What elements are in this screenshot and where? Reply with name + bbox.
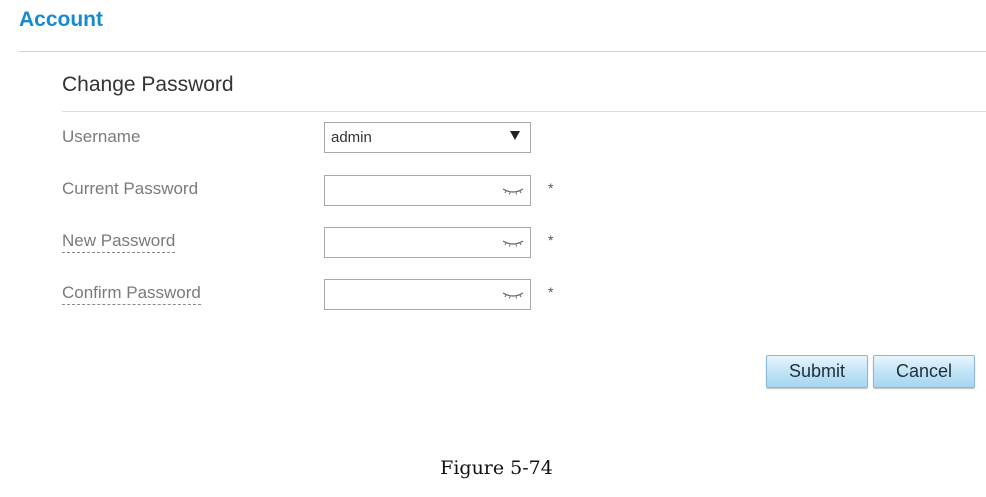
- eye-closed-icon[interactable]: [502, 187, 524, 195]
- current-password-field: [324, 175, 531, 206]
- confirm-password-field: [324, 279, 531, 310]
- chevron-down-icon[interactable]: [510, 131, 520, 140]
- page-title: Account: [19, 8, 103, 31]
- section-title: Change Password: [62, 73, 234, 96]
- username-select[interactable]: admin: [324, 122, 531, 153]
- confirm-password-label[interactable]: Confirm Password: [62, 283, 201, 305]
- new-password-input[interactable]: [325, 228, 507, 257]
- current-password-input[interactable]: [325, 176, 507, 205]
- new-password-field: [324, 227, 531, 258]
- username-selected-value: admin: [331, 129, 372, 146]
- eye-closed-icon[interactable]: [502, 239, 524, 247]
- required-marker: *: [548, 180, 554, 196]
- figure-caption: Figure 5-74: [440, 457, 553, 479]
- confirm-password-input[interactable]: [325, 280, 507, 309]
- new-password-label[interactable]: New Password: [62, 231, 176, 253]
- required-marker: *: [548, 232, 554, 248]
- section-divider: [62, 111, 986, 112]
- eye-closed-icon[interactable]: [502, 291, 524, 299]
- current-password-label: Current Password: [62, 179, 199, 198]
- required-marker: *: [548, 284, 554, 300]
- title-divider: [19, 51, 986, 52]
- username-label: Username: [62, 127, 141, 146]
- submit-button[interactable]: Submit: [766, 355, 868, 388]
- cancel-button[interactable]: Cancel: [873, 355, 975, 388]
